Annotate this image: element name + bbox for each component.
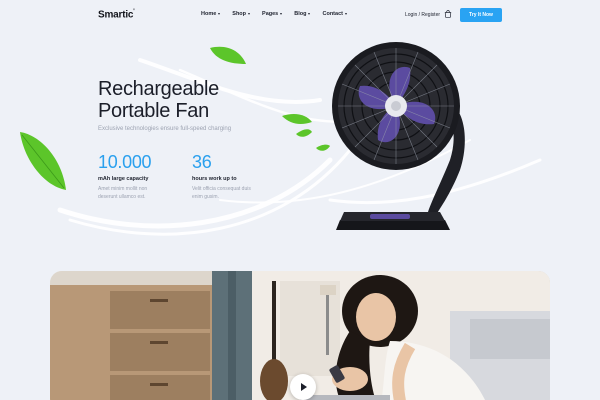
- chevron-down-icon: [308, 13, 311, 15]
- chevron-down-icon: [248, 13, 251, 15]
- login-register-link[interactable]: Login / Register: [405, 12, 440, 18]
- stat-description: Velit officia consequat duis enim gusim.: [192, 186, 251, 200]
- stat-value: 10.000: [98, 152, 152, 172]
- stat-label: hours work up to: [192, 176, 237, 182]
- stat-value: 36: [192, 152, 212, 172]
- stat-description: Amet minim mollit non deserunt ullamco e…: [98, 186, 148, 200]
- stat-label: mAh large capacity: [98, 176, 149, 182]
- leaf-icon: [210, 46, 246, 64]
- stat-hours: 36 hours work up to Velit officia conseq…: [192, 152, 272, 201]
- nav-item-pages[interactable]: Pages: [262, 11, 283, 17]
- shopping-bag-icon[interactable]: [444, 10, 452, 18]
- fan-product-image: [332, 42, 465, 230]
- chevron-down-icon: [280, 13, 283, 15]
- play-icon: [301, 383, 307, 391]
- hero-subtitle: Exclusive technologies ensure full-speed…: [98, 126, 232, 132]
- play-video-button[interactable]: [290, 374, 316, 400]
- nav-item-blog[interactable]: Blog: [294, 11, 311, 17]
- nav-item-shop[interactable]: Shop: [232, 11, 251, 17]
- hero-title: Rechargeable Portable Fan: [98, 78, 219, 122]
- stat-capacity: 10.000 mAh large capacity Amet minim mol…: [98, 152, 178, 201]
- leaf-icon: [20, 132, 66, 190]
- main-menu: Home Shop Pages Blog Contact: [201, 11, 347, 17]
- nav-item-home[interactable]: Home: [201, 11, 221, 17]
- chevron-down-icon: [344, 13, 347, 15]
- brand-logo[interactable]: Smartic': [98, 9, 135, 20]
- try-it-now-button[interactable]: Try It Now: [460, 8, 502, 22]
- nav-item-contact[interactable]: Contact: [322, 11, 347, 17]
- top-nav: Smartic' Home Shop Pages Blog Contact Lo…: [0, 0, 600, 30]
- chevron-down-icon: [218, 13, 221, 15]
